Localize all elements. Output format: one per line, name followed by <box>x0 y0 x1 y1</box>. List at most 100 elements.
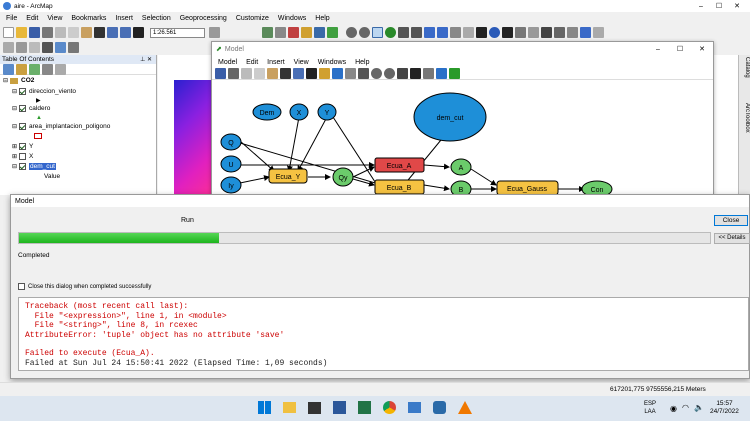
node-dem-cut[interactable]: dem_cut <box>437 115 464 122</box>
minimize-button[interactable]: – <box>692 3 710 10</box>
chrome-icon[interactable] <box>383 401 396 414</box>
select-features-icon[interactable] <box>450 27 461 38</box>
toc-layer-dem-cut[interactable]: ⊟ dem_cut <box>12 163 56 170</box>
list-by-visibility-icon[interactable] <box>29 63 40 75</box>
goto-xy-icon[interactable] <box>567 27 578 38</box>
toc-group-co2[interactable]: ⊟ CO2 <box>3 77 34 84</box>
clock[interactable]: 15:57 24/7/2022 <box>710 400 739 416</box>
model-paste-icon[interactable] <box>267 68 278 79</box>
back-icon[interactable] <box>424 27 435 38</box>
media-icon[interactable] <box>308 401 321 414</box>
close-window-button[interactable]: ✕ <box>728 2 746 10</box>
zoom-out-icon[interactable] <box>359 27 370 38</box>
menu-bookmarks[interactable]: Bookmarks <box>71 15 106 22</box>
open-icon[interactable] <box>16 27 27 38</box>
editor-icon[interactable] <box>209 27 220 38</box>
paste-icon[interactable] <box>81 27 92 38</box>
toolbox-icon[interactable] <box>301 27 312 38</box>
model-menu-edit[interactable]: Edit <box>246 59 258 66</box>
menu-view[interactable]: View <box>47 15 62 22</box>
model-menu-model[interactable]: Model <box>218 59 237 66</box>
html-popup-icon[interactable] <box>515 27 526 38</box>
print-icon[interactable] <box>42 27 53 38</box>
model-menu-view[interactable]: View <box>294 59 309 66</box>
delete-icon[interactable] <box>94 27 105 38</box>
model-layout-icon[interactable] <box>345 68 356 79</box>
node-b[interactable]: B <box>459 187 464 194</box>
undo-icon[interactable] <box>107 27 118 38</box>
close-when-completed-option[interactable]: Close this dialog when completed success… <box>18 283 151 290</box>
catalog-tab[interactable]: Catalog <box>740 57 750 95</box>
model-minimize-button[interactable]: – <box>647 46 669 53</box>
menu-help[interactable]: Help <box>315 15 329 22</box>
toc-layer-caldero[interactable]: ⊟ caldero <box>12 105 50 112</box>
drawing-icon[interactable] <box>3 41 14 53</box>
layer-checkbox[interactable] <box>19 123 27 130</box>
overview-icon[interactable] <box>55 41 66 53</box>
modelbuilder-icon[interactable] <box>327 27 338 38</box>
new-icon[interactable] <box>3 27 14 38</box>
menu-geoprocessing[interactable]: Geoprocessing <box>180 15 227 22</box>
full-extent-icon[interactable] <box>385 27 396 38</box>
model-connect-icon[interactable] <box>423 68 434 79</box>
layer-checkbox[interactable] <box>19 153 27 160</box>
node-ecua-y[interactable]: Ecua_Y <box>276 174 301 181</box>
model-cut-icon[interactable] <box>241 68 252 79</box>
add-data-icon[interactable] <box>133 27 144 38</box>
maximize-button[interactable]: ☐ <box>710 2 728 10</box>
clear-selection-icon[interactable] <box>463 27 474 38</box>
node-q[interactable]: Q <box>228 140 234 147</box>
model-run-icon[interactable] <box>449 68 460 79</box>
language-indicator[interactable]: ESP LAA <box>644 400 656 416</box>
layer-checkbox[interactable] <box>19 105 27 112</box>
toc-pin-button[interactable]: ⊥ ✕ <box>140 56 152 63</box>
python-icon[interactable] <box>314 27 325 38</box>
model-pan-icon[interactable] <box>397 68 408 79</box>
layer-checkbox[interactable] <box>19 88 27 95</box>
node-qy[interactable]: Qy <box>339 175 348 182</box>
viewer-icon[interactable] <box>593 27 604 38</box>
model-menu-insert[interactable]: Insert <box>267 59 285 66</box>
save-icon[interactable] <box>29 27 40 38</box>
node-iy[interactable]: Iy <box>228 183 234 190</box>
node-ecua-a[interactable]: Ecua_A <box>387 163 412 170</box>
model-add-tool-icon[interactable] <box>319 68 330 79</box>
model-maximize-button[interactable]: ☐ <box>669 45 691 53</box>
toc-layer-y[interactable]: ⊞ Y <box>12 143 33 150</box>
table-icon[interactable] <box>262 27 273 38</box>
menu-edit[interactable]: Edit <box>26 15 38 22</box>
toc-layer-x[interactable]: ⊞ X <box>12 153 33 160</box>
layer-checkbox[interactable] <box>19 143 27 150</box>
fixed-zoom-in-icon[interactable] <box>398 27 409 38</box>
model-delete-icon[interactable] <box>280 68 291 79</box>
find-icon[interactable] <box>541 27 552 38</box>
model-undo-icon[interactable] <box>293 68 304 79</box>
zoom-in-icon[interactable] <box>346 27 357 38</box>
fixed-zoom-out-icon[interactable] <box>411 27 422 38</box>
details-button[interactable]: << Details <box>714 233 750 244</box>
model-zoom-out-icon[interactable] <box>384 68 395 79</box>
forward-icon[interactable] <box>437 27 448 38</box>
menu-file[interactable]: File <box>6 15 17 22</box>
node-y[interactable]: Y <box>325 110 330 117</box>
model-save-icon[interactable] <box>215 68 226 79</box>
vlc-icon[interactable] <box>458 401 472 414</box>
node-x[interactable]: X <box>297 110 302 117</box>
list-by-selection-icon[interactable] <box>42 63 53 75</box>
model-add-data-icon[interactable] <box>306 68 317 79</box>
georef-icon[interactable] <box>16 41 27 53</box>
pan-icon[interactable] <box>372 27 383 38</box>
search-window-icon[interactable] <box>288 27 299 38</box>
model-zoom-in-icon[interactable] <box>371 68 382 79</box>
model-menu-help[interactable]: Help <box>355 59 369 66</box>
excel-icon[interactable] <box>358 401 371 414</box>
messages-panel[interactable]: Traceback (most recent call last): File … <box>18 297 749 371</box>
cut-icon[interactable] <box>55 27 66 38</box>
model-copy-icon[interactable] <box>254 68 265 79</box>
list-by-drawing-order-icon[interactable] <box>3 63 14 75</box>
redo-icon[interactable] <box>120 27 131 38</box>
model-full-extent-icon[interactable] <box>358 68 369 79</box>
node-ecua-b[interactable]: Ecua_B <box>387 185 412 192</box>
node-ecua-gauss[interactable]: Ecua_Gauss <box>507 186 548 193</box>
toc-layer-direccion-viento[interactable]: ⊟ direccion_viento <box>12 88 76 95</box>
